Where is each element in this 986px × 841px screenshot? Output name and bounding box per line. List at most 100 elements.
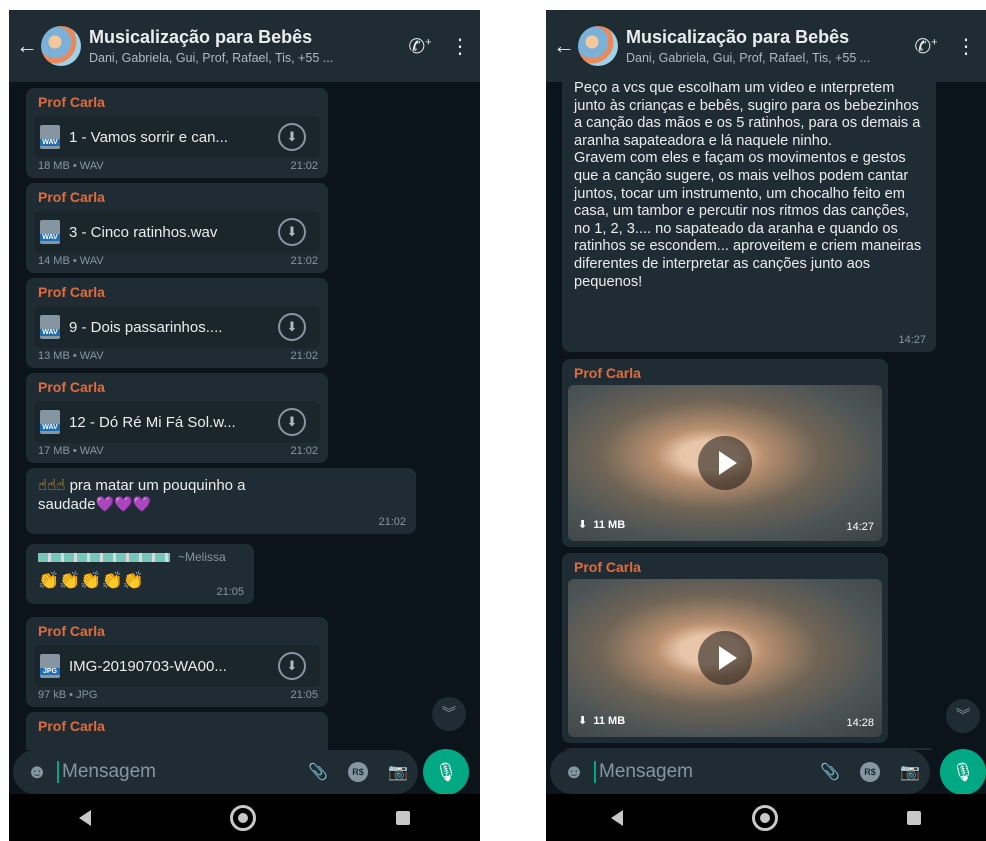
message-time: 21:02 bbox=[290, 255, 318, 267]
file-message[interactable]: Prof Carla WAV 12 - Dó Ré Mi Fá Sol.w...… bbox=[26, 373, 328, 463]
video-size[interactable]: ⬇ 11 MB bbox=[578, 518, 625, 531]
purple-heart-emoji: 💜💜💜 bbox=[95, 496, 152, 513]
wav-file-icon: WAV bbox=[40, 125, 60, 149]
chat-area: Prof Carla WAV 1 - Vamos sorrir e can...… bbox=[9, 82, 480, 750]
video-message[interactable]: Prof Carla ⬇ 11 MB 14:27 bbox=[562, 359, 888, 547]
file-message[interactable]: Prof Carla bbox=[26, 712, 328, 750]
emoji-icon[interactable]: ☻ bbox=[25, 761, 49, 784]
nav-recents-icon[interactable] bbox=[396, 811, 411, 825]
wav-file-icon: WAV bbox=[40, 315, 60, 339]
sender-name: Prof Carla bbox=[38, 284, 105, 300]
file-message[interactable]: Prof Carla WAV 3 - Cinco ratinhos.wav ⬇ … bbox=[26, 183, 328, 273]
sender-name: Prof Carla bbox=[38, 94, 105, 110]
nav-home-icon[interactable] bbox=[751, 805, 778, 831]
chat-header: ← Musicalização para Bebês Dani, Gabriel… bbox=[546, 10, 986, 82]
sender-name: Prof Carla bbox=[38, 189, 105, 205]
message-input-bar: ☻ Mensagem 📎 R$ 📷 🎙 bbox=[546, 749, 986, 795]
text-message[interactable]: ☝☝☝ pra matar um pouquinho a saudade💜💜💜 … bbox=[26, 468, 416, 534]
message-time: 14:27 bbox=[898, 334, 926, 346]
message-text: Peço a vcs que escolham um vídeo e inter… bbox=[574, 82, 922, 290]
payment-icon[interactable]: R$ bbox=[338, 762, 378, 782]
attach-icon[interactable]: 📎 bbox=[810, 762, 850, 782]
phone-screen-left: ← Musicalização para Bebês Dani, Gabriel… bbox=[9, 10, 480, 841]
download-icon[interactable]: ⬇ bbox=[278, 218, 306, 246]
message-input[interactable]: ☻ Mensagem 📎 R$ 📷 bbox=[550, 750, 930, 794]
attach-icon[interactable]: 📎 bbox=[298, 762, 338, 782]
download-icon: ⬇ bbox=[578, 715, 588, 727]
message-placeholder[interactable]: Mensagem bbox=[57, 761, 298, 783]
wav-file-icon: WAV bbox=[40, 220, 60, 244]
payment-icon[interactable]: R$ bbox=[850, 762, 890, 782]
file-meta: 97 kB • JPG bbox=[38, 689, 98, 701]
file-attachment[interactable]: WAV 9 - Dois passarinhos.... ⬇ bbox=[34, 306, 320, 348]
file-attachment[interactable]: JPG IMG-20190703-WA00... ⬇ bbox=[34, 645, 320, 687]
file-meta: 17 MB • WAV bbox=[38, 445, 104, 457]
video-thumbnail[interactable]: ⬇ 11 MB 14:28 bbox=[568, 579, 882, 737]
group-avatar[interactable] bbox=[41, 26, 81, 66]
file-message[interactable]: Prof Carla JPG IMG-20190703-WA00... ⬇ 97… bbox=[26, 617, 328, 707]
nav-back-icon[interactable] bbox=[78, 810, 91, 826]
more-vertical-icon[interactable]: ⋮ bbox=[946, 34, 986, 59]
scroll-down-button[interactable]: ︾ bbox=[946, 699, 980, 733]
download-icon[interactable]: ⬇ bbox=[278, 408, 306, 436]
file-message[interactable]: Prof Carla WAV 9 - Dois passarinhos.... … bbox=[26, 278, 328, 368]
sender-name: Prof Carla bbox=[38, 623, 105, 639]
chat-title-area[interactable]: Musicalização para Bebês Dani, Gabriela,… bbox=[89, 27, 400, 65]
chat-title-area[interactable]: Musicalização para Bebês Dani, Gabriela,… bbox=[626, 27, 906, 65]
file-name: 3 - Cinco ratinhos.wav bbox=[69, 223, 218, 241]
message-input-bar: ☻ Mensagem 📎 R$ 📷 🎙 bbox=[9, 749, 480, 795]
file-attachment[interactable]: WAV 1 - Vamos sorrir e can... ⬇ bbox=[34, 116, 320, 158]
video-thumbnail[interactable]: ⬇ 11 MB 14:27 bbox=[568, 385, 882, 541]
play-icon[interactable] bbox=[698, 631, 752, 685]
video-message[interactable]: Prof Carla ⬇ 11 MB 14:28 bbox=[562, 553, 888, 743]
message-text: ☝☝☝ pra matar um pouquinho a saudade💜💜💜 bbox=[38, 477, 246, 513]
text-message[interactable]: ~Melissa 👏👏👏👏👏 21:05 bbox=[26, 544, 254, 604]
mic-button[interactable]: 🎙 bbox=[940, 749, 986, 795]
message-time: 21:05 bbox=[290, 689, 318, 701]
more-vertical-icon[interactable]: ⋮ bbox=[440, 34, 480, 59]
file-attachment[interactable]: WAV 3 - Cinco ratinhos.wav ⬇ bbox=[34, 211, 320, 253]
file-name: 9 - Dois passarinhos.... bbox=[69, 318, 223, 336]
file-name: IMG-20190703-WA00... bbox=[69, 657, 227, 675]
message-input[interactable]: ☻ Mensagem 📎 R$ 📷 bbox=[13, 750, 418, 794]
nav-recents-icon[interactable] bbox=[907, 811, 922, 825]
nav-back-icon[interactable] bbox=[610, 810, 623, 826]
nav-home-icon[interactable] bbox=[230, 805, 257, 831]
wav-file-icon: WAV bbox=[40, 410, 60, 434]
file-attachment[interactable]: WAV 12 - Dó Ré Mi Fá Sol.w... ⬇ bbox=[34, 401, 320, 443]
scroll-down-button[interactable]: ︾ bbox=[432, 697, 466, 731]
message-placeholder[interactable]: Mensagem bbox=[594, 761, 810, 783]
play-icon[interactable] bbox=[698, 436, 752, 490]
android-nav-bar bbox=[9, 794, 480, 841]
download-icon[interactable]: ⬇ bbox=[278, 652, 306, 680]
file-message[interactable]: Prof Carla WAV 1 - Vamos sorrir e can...… bbox=[26, 88, 328, 178]
sender-name: Prof Carla bbox=[574, 559, 641, 575]
download-icon[interactable]: ⬇ bbox=[278, 313, 306, 341]
add-call-icon[interactable]: ✆+ bbox=[400, 34, 440, 59]
download-icon[interactable]: ⬇ bbox=[278, 123, 306, 151]
sender-name: Prof Carla bbox=[38, 379, 105, 395]
jpg-file-icon: JPG bbox=[40, 654, 60, 678]
chat-area: Peço a vcs que escolham um vídeo e inter… bbox=[546, 82, 986, 750]
camera-icon[interactable]: 📷 bbox=[890, 762, 930, 782]
redacted-phone-number bbox=[38, 553, 170, 562]
arrow-left-icon[interactable]: ← bbox=[550, 33, 578, 59]
message-time: 21:02 bbox=[290, 160, 318, 172]
sender-name: Prof Carla bbox=[574, 365, 641, 381]
camera-icon[interactable]: 📷 bbox=[378, 762, 418, 782]
message-time: 14:28 bbox=[846, 717, 874, 729]
video-size[interactable]: ⬇ 11 MB bbox=[578, 714, 625, 727]
sender-name: Prof Carla bbox=[38, 718, 105, 734]
download-icon: ⬇ bbox=[578, 519, 588, 531]
group-members: Dani, Gabriela, Gui, Prof, Rafael, Tis, … bbox=[89, 51, 334, 65]
add-call-icon[interactable]: ✆+ bbox=[906, 34, 946, 59]
file-name: 1 - Vamos sorrir e can... bbox=[69, 128, 228, 146]
group-avatar[interactable] bbox=[578, 26, 618, 66]
mic-button[interactable]: 🎙 bbox=[423, 749, 469, 795]
arrow-left-icon[interactable]: ← bbox=[13, 33, 41, 59]
emoji-icon[interactable]: ☻ bbox=[562, 761, 586, 784]
text-message[interactable]: Peço a vcs que escolham um vídeo e inter… bbox=[562, 82, 936, 352]
message-time: 21:02 bbox=[290, 350, 318, 362]
android-nav-bar bbox=[546, 794, 986, 841]
group-title: Musicalização para Bebês bbox=[626, 27, 850, 47]
